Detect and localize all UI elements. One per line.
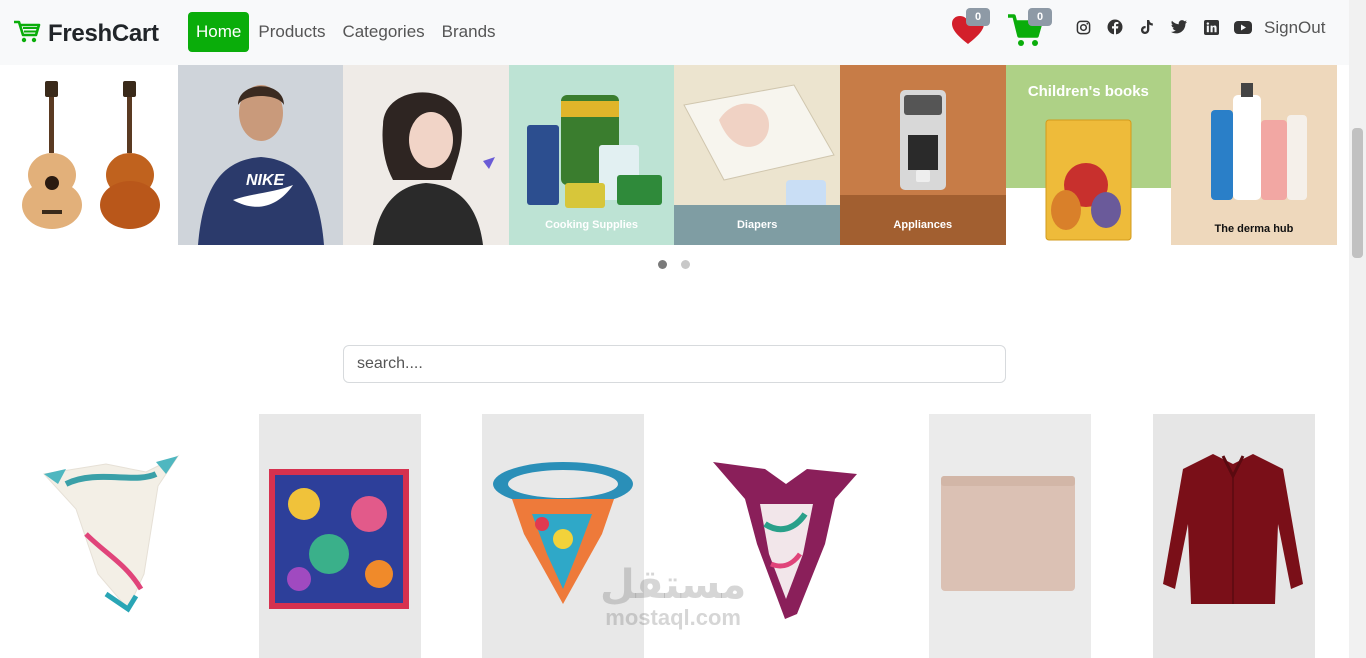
cart-logo-icon <box>12 18 42 49</box>
product-image-scarf-5 <box>941 476 1075 591</box>
slider-dot-1[interactable] <box>658 260 667 269</box>
signout-link[interactable]: SignOut <box>1264 18 1325 38</box>
product-image-shirt <box>1163 454 1303 604</box>
navbar: FreshCart Home Products Categories Brand… <box>0 0 1366 65</box>
product-card[interactable] <box>929 414 1091 658</box>
appliances-image <box>839 65 1006 245</box>
instagram-icon[interactable] <box>1074 18 1092 36</box>
watermark: مستقل mostaql.com <box>600 565 746 631</box>
social-links <box>1074 18 1252 36</box>
derma-hub-image <box>1171 65 1337 245</box>
nav-categories[interactable]: Categories <box>334 12 432 52</box>
page: FreshCart Home Products Categories Brand… <box>0 0 1366 658</box>
product-card[interactable] <box>36 414 198 658</box>
tiktok-icon[interactable] <box>1138 18 1156 36</box>
diapers-image <box>674 65 840 245</box>
brand-logo[interactable]: FreshCart <box>12 18 159 49</box>
slide-caption: Cooking Supplies <box>545 219 639 231</box>
slide-hoodie[interactable]: NIKE <box>177 65 344 245</box>
svg-text:NIKE: NIKE <box>246 172 286 189</box>
youtube-icon[interactable] <box>1234 18 1252 36</box>
search-input[interactable] <box>343 345 1006 383</box>
slide-derma-hub[interactable]: The derma hub <box>1171 65 1337 245</box>
nav-home[interactable]: Home <box>188 12 250 52</box>
slide-cooking-supplies[interactable]: Cooking Supplies <box>508 65 675 245</box>
nav-brands[interactable]: Brands <box>434 12 504 52</box>
nav-links: Home Products Categories Brands <box>188 12 505 52</box>
cart-button[interactable]: 0 <box>1006 8 1052 53</box>
slider-dots <box>658 260 690 269</box>
slide-caption: The derma hub <box>1214 223 1294 235</box>
product-card[interactable] <box>259 414 421 658</box>
guitars-image <box>22 81 160 229</box>
slide-girl[interactable] <box>343 65 509 245</box>
slide-appliances[interactable]: Appliances <box>839 65 1006 245</box>
product-image-scarf-1 <box>43 454 180 613</box>
slide-diapers[interactable]: Diapers <box>674 65 840 245</box>
cart-icon <box>1006 14 1044 52</box>
watermark-arabic: مستقل <box>600 562 747 608</box>
slide-caption: Diapers <box>736 219 778 231</box>
watermark-latin: mostaql.com <box>605 605 741 630</box>
slide-childrens-books[interactable]: Children's books <box>1005 65 1172 245</box>
slider-dot-2[interactable] <box>681 260 690 269</box>
twitter-icon[interactable] <box>1170 18 1188 36</box>
scrollbar-thumb[interactable] <box>1352 128 1363 258</box>
product-image-scarf-2 <box>269 469 409 609</box>
category-slider[interactable]: NIKE Cooking Supplies Diapers Appliances… <box>12 65 1337 245</box>
girl-image <box>343 65 509 245</box>
product-card[interactable] <box>1153 414 1315 658</box>
facebook-icon[interactable] <box>1106 18 1124 36</box>
slide-caption: Children's books <box>1027 83 1149 100</box>
hoodie-image: NIKE <box>177 65 344 245</box>
wishlist-button[interactable]: 0 <box>950 8 990 51</box>
slide-caption: Appliances <box>893 219 953 231</box>
scrollbar[interactable] <box>1349 0 1366 658</box>
wishlist-count-badge: 0 <box>966 8 990 26</box>
slide-guitars[interactable] <box>12 65 178 245</box>
cooking-supplies-image <box>508 65 675 245</box>
brand-name: FreshCart <box>48 19 159 47</box>
cart-count-badge: 0 <box>1028 8 1052 26</box>
nav-products[interactable]: Products <box>250 12 333 52</box>
linkedin-icon[interactable] <box>1202 18 1220 36</box>
heart-icon <box>950 16 986 50</box>
